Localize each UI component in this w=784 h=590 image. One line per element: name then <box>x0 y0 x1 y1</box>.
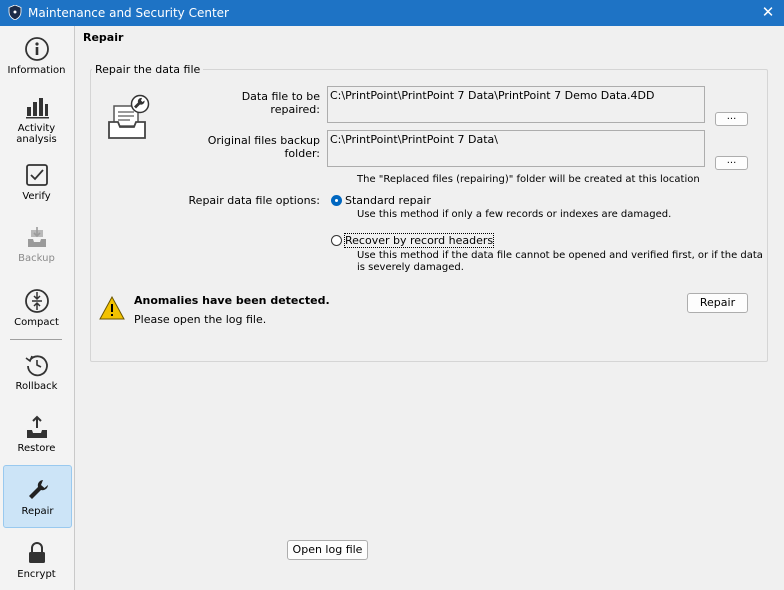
sidebar-item-label: Encrypt <box>17 569 56 580</box>
sidebar-item-label: Information <box>7 65 66 76</box>
wrench-icon <box>28 480 48 499</box>
sidebar-item-label: Repair <box>21 506 54 517</box>
info-icon <box>24 37 49 61</box>
standard-repair-radio[interactable] <box>331 195 342 206</box>
sidebar-item-label: Restore <box>17 443 56 454</box>
sidebar-item-information[interactable]: Information <box>3 36 70 80</box>
repair-button[interactable]: Repair <box>687 293 748 313</box>
sidebar-item-restore[interactable]: Restore <box>3 414 70 458</box>
sidebar-item-compact[interactable]: Compact <box>3 288 70 332</box>
record-headers-label[interactable]: Recover by record headers <box>343 233 495 248</box>
warning-message: Please open the log file. <box>134 313 267 326</box>
backup-icon <box>27 227 46 247</box>
sidebar-item-label: Verify <box>22 191 51 202</box>
close-icon[interactable]: ✕ <box>760 3 776 21</box>
sidebar-item-backup[interactable]: Backup <box>3 224 70 268</box>
record-headers-description-line1: Use this method if the data file cannot … <box>357 250 763 261</box>
main-panel: Repair Repair the data file Data file to… <box>75 26 784 590</box>
rollback-icon <box>25 355 48 377</box>
sidebar: Information Activity analysis Verify Bac… <box>0 26 75 590</box>
standard-repair-description: Use this method if only a few records or… <box>357 209 672 220</box>
sidebar-item-rollback[interactable]: Rollback <box>3 352 70 396</box>
standard-repair-label[interactable]: Standard repair <box>345 194 431 207</box>
record-headers-description-line2: is severely damaged. <box>357 262 464 273</box>
bar-chart-icon <box>25 98 49 119</box>
group-title: Repair the data file <box>92 63 204 76</box>
sidebar-separator <box>10 339 62 340</box>
sidebar-item-label: Rollback <box>15 381 58 392</box>
browse-backup-folder-button[interactable]: ... <box>715 156 748 170</box>
lock-icon <box>28 542 45 563</box>
backup-folder-field[interactable]: C:\PrintPoint\PrintPoint 7 Data\ <box>327 130 705 167</box>
checkbox-icon <box>25 164 48 186</box>
data-file-label: Data file to be repaired: <box>241 90 320 116</box>
backup-folder-label: Original files backup folder: <box>207 134 320 160</box>
sidebar-item-label: Activity analysis <box>16 123 57 145</box>
window-title: Maintenance and Security Center <box>28 6 229 20</box>
sidebar-item-label: Backup <box>18 253 55 264</box>
restore-icon <box>26 415 47 438</box>
sidebar-item-verify[interactable]: Verify <box>3 162 70 206</box>
sidebar-item-repair[interactable]: Repair <box>3 465 72 528</box>
title-bar: Maintenance and Security Center ✕ <box>0 0 784 26</box>
backup-folder-note: The "Replaced files (repairing)" folder … <box>357 174 700 185</box>
compact-icon <box>24 289 49 313</box>
record-headers-radio[interactable] <box>331 235 342 246</box>
page-title: Repair <box>83 31 124 44</box>
sidebar-item-encrypt[interactable]: Encrypt <box>3 540 70 584</box>
warning-title: Anomalies have been detected. <box>134 294 330 307</box>
warning-icon <box>99 296 125 320</box>
sidebar-item-activity-analysis[interactable]: Activity analysis <box>3 94 70 146</box>
repair-options-label: Repair data file options: <box>188 194 320 207</box>
sidebar-item-label: Compact <box>14 317 59 328</box>
data-file-field[interactable]: C:\PrintPoint\PrintPoint 7 Data\PrintPoi… <box>327 86 705 123</box>
open-log-file-button[interactable]: Open log file <box>287 540 368 560</box>
browse-data-file-button[interactable]: ... <box>715 112 748 126</box>
repair-tray-icon <box>108 94 150 139</box>
app-shield-icon <box>8 5 22 20</box>
